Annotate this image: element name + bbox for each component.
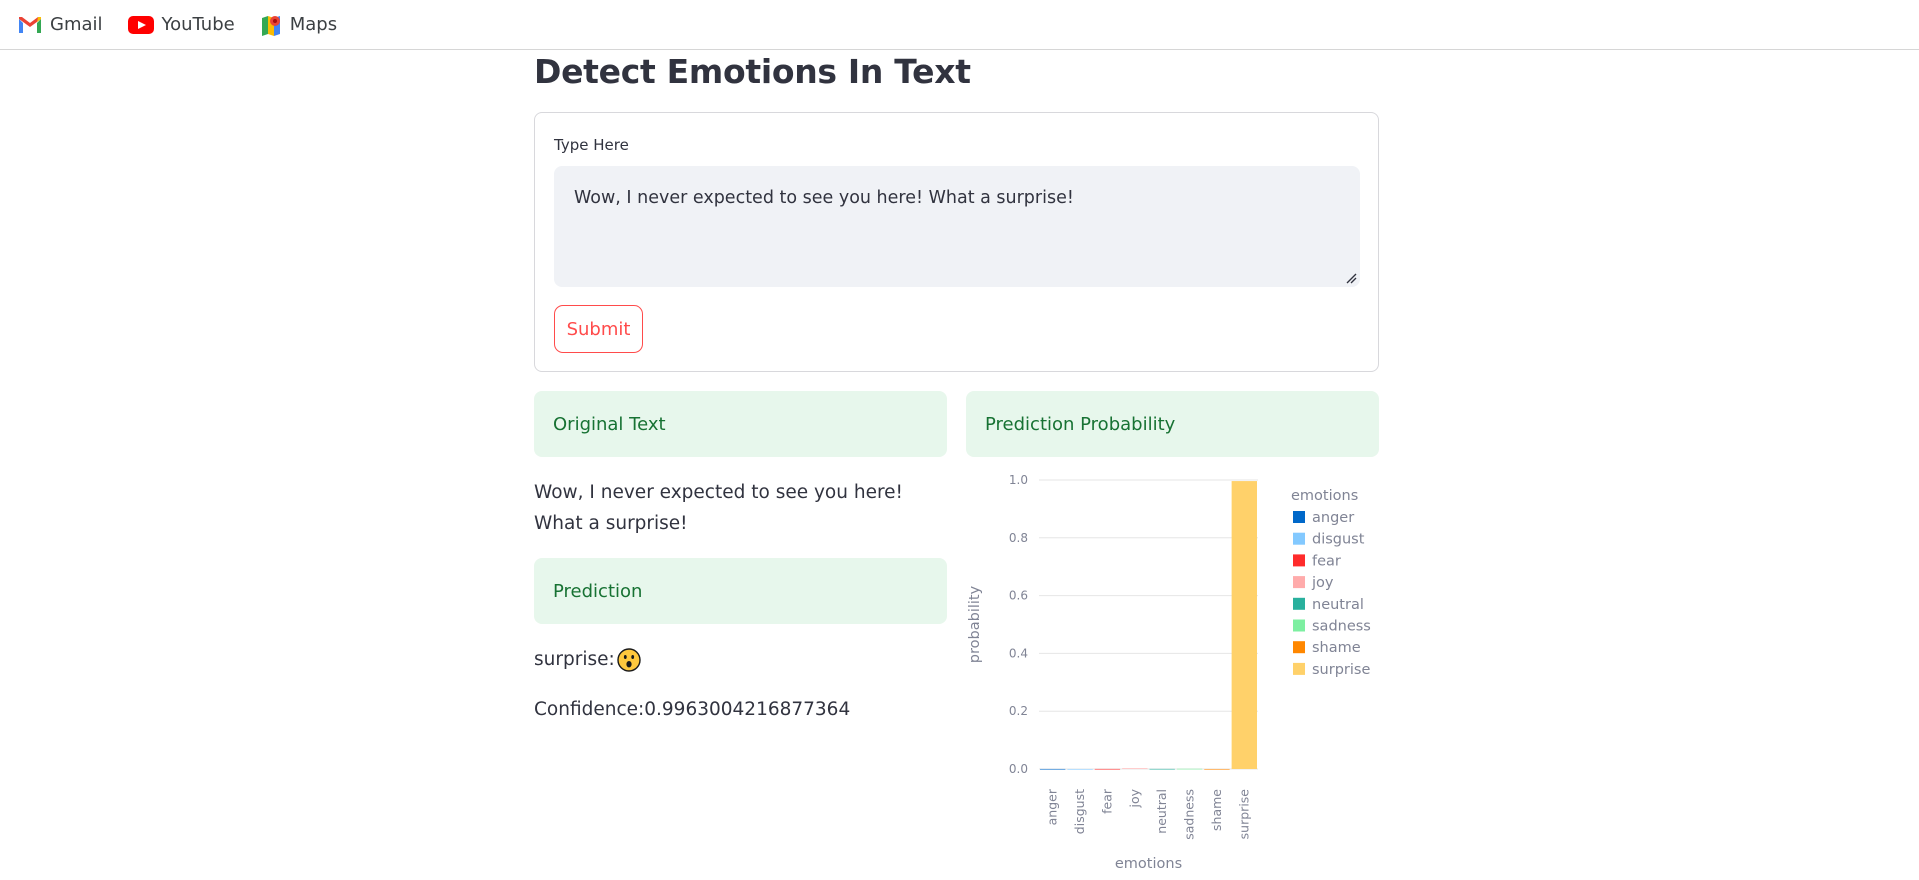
probability-bar-chart: 0.00.20.40.60.81.0anger disgust fear joy neu…: [967, 473, 1371, 872]
y-tick-label: 0.8: [1009, 531, 1028, 545]
legend-swatch-disgust: [1293, 532, 1305, 545]
y-tick-label: 0.0: [1009, 762, 1028, 776]
page-title: Detect Emotions In Text: [534, 52, 971, 91]
bar-anger: [1040, 768, 1066, 770]
resize-handle-icon[interactable]: [1345, 272, 1357, 284]
legend-label: surprise: [1312, 662, 1370, 678]
original-text-header-label: Original Text: [553, 413, 666, 435]
youtube-icon: [127, 15, 154, 34]
x-tick-label: fear: [1099, 788, 1114, 814]
bookmarks-bar: Gmail YouTube Maps: [0, 0, 1919, 50]
bar-shame: [1204, 768, 1230, 770]
surprised-face-icon: [617, 648, 641, 672]
prediction-header: Prediction: [534, 558, 947, 624]
legend-swatch-anger: [1293, 511, 1305, 523]
legend-label: sadness: [1312, 619, 1371, 635]
bar-neutral: [1149, 768, 1175, 770]
text-input[interactable]: Wow, I never expected to see you here! W…: [554, 166, 1360, 287]
bookmark-maps[interactable]: Maps: [260, 14, 337, 36]
bookmark-youtube[interactable]: YouTube: [127, 14, 235, 35]
y-axis-title: probability: [967, 585, 983, 663]
bar-fear: [1094, 768, 1121, 770]
legend-label: anger: [1312, 510, 1354, 526]
bar-disgust: [1067, 768, 1093, 770]
legend-swatch-joy: [1293, 576, 1305, 589]
bar-surprise: [1231, 481, 1257, 769]
emotion-form: Type Here Wow, I never expected to see y…: [534, 112, 1379, 372]
bookmark-label: Gmail: [50, 14, 103, 35]
legend-label: shame: [1312, 640, 1361, 656]
bookmark-gmail[interactable]: Gmail: [18, 14, 103, 35]
prediction-probability-header-label: Prediction Probability: [985, 413, 1176, 435]
legend-swatch-sadness: [1293, 619, 1305, 632]
confidence-text: Confidence:0.9963004216877364: [534, 699, 851, 720]
legend-swatch-neutral: [1293, 597, 1305, 610]
maps-icon: [261, 15, 280, 36]
gmail-icon: [19, 16, 41, 33]
original-text-header: Original Text: [534, 391, 947, 457]
x-tick-label: sadness: [1182, 789, 1197, 840]
text-input-value: Wow, I never expected to see you here! W…: [574, 188, 1074, 208]
x-axis-title: emotions: [1115, 856, 1182, 872]
legend-swatch-surprise: [1293, 662, 1305, 675]
x-tick-label: neutral: [1154, 789, 1169, 834]
prediction-label: surprise:: [534, 649, 615, 670]
y-tick-label: 0.6: [1009, 589, 1028, 603]
original-text: Wow, I never expected to see you here! W…: [534, 482, 903, 534]
legend-swatch-shame: [1293, 641, 1305, 654]
legend-label: joy: [1311, 575, 1334, 591]
bookmark-label: Maps: [289, 14, 338, 35]
text-input-label: Type Here: [554, 136, 629, 154]
x-tick-label: joy: [1127, 788, 1142, 808]
prediction-probability-header: Prediction Probability: [966, 391, 1379, 457]
submit-button[interactable]: Submit: [554, 305, 643, 353]
bookmark-label: YouTube: [161, 14, 235, 35]
y-tick-label: 0.2: [1009, 704, 1028, 718]
prediction-header-label: Prediction: [553, 580, 643, 602]
x-tick-label: disgust: [1072, 789, 1087, 834]
x-tick-label: anger: [1045, 788, 1060, 825]
y-tick-label: 0.4: [1009, 646, 1028, 660]
bar-joy: [1122, 768, 1148, 769]
legend-label: fear: [1312, 553, 1341, 569]
y-tick-label: 1.0: [1009, 473, 1028, 487]
legend-label: neutral: [1312, 597, 1364, 613]
legend-title: emotions: [1291, 488, 1358, 504]
prediction-result: surprise:: [534, 644, 641, 675]
x-tick-label: surprise: [1236, 789, 1251, 840]
legend-label: disgust: [1312, 532, 1365, 548]
x-tick-label: shame: [1209, 789, 1224, 831]
legend-swatch-fear: [1293, 554, 1305, 567]
bar-sadness: [1176, 768, 1203, 770]
